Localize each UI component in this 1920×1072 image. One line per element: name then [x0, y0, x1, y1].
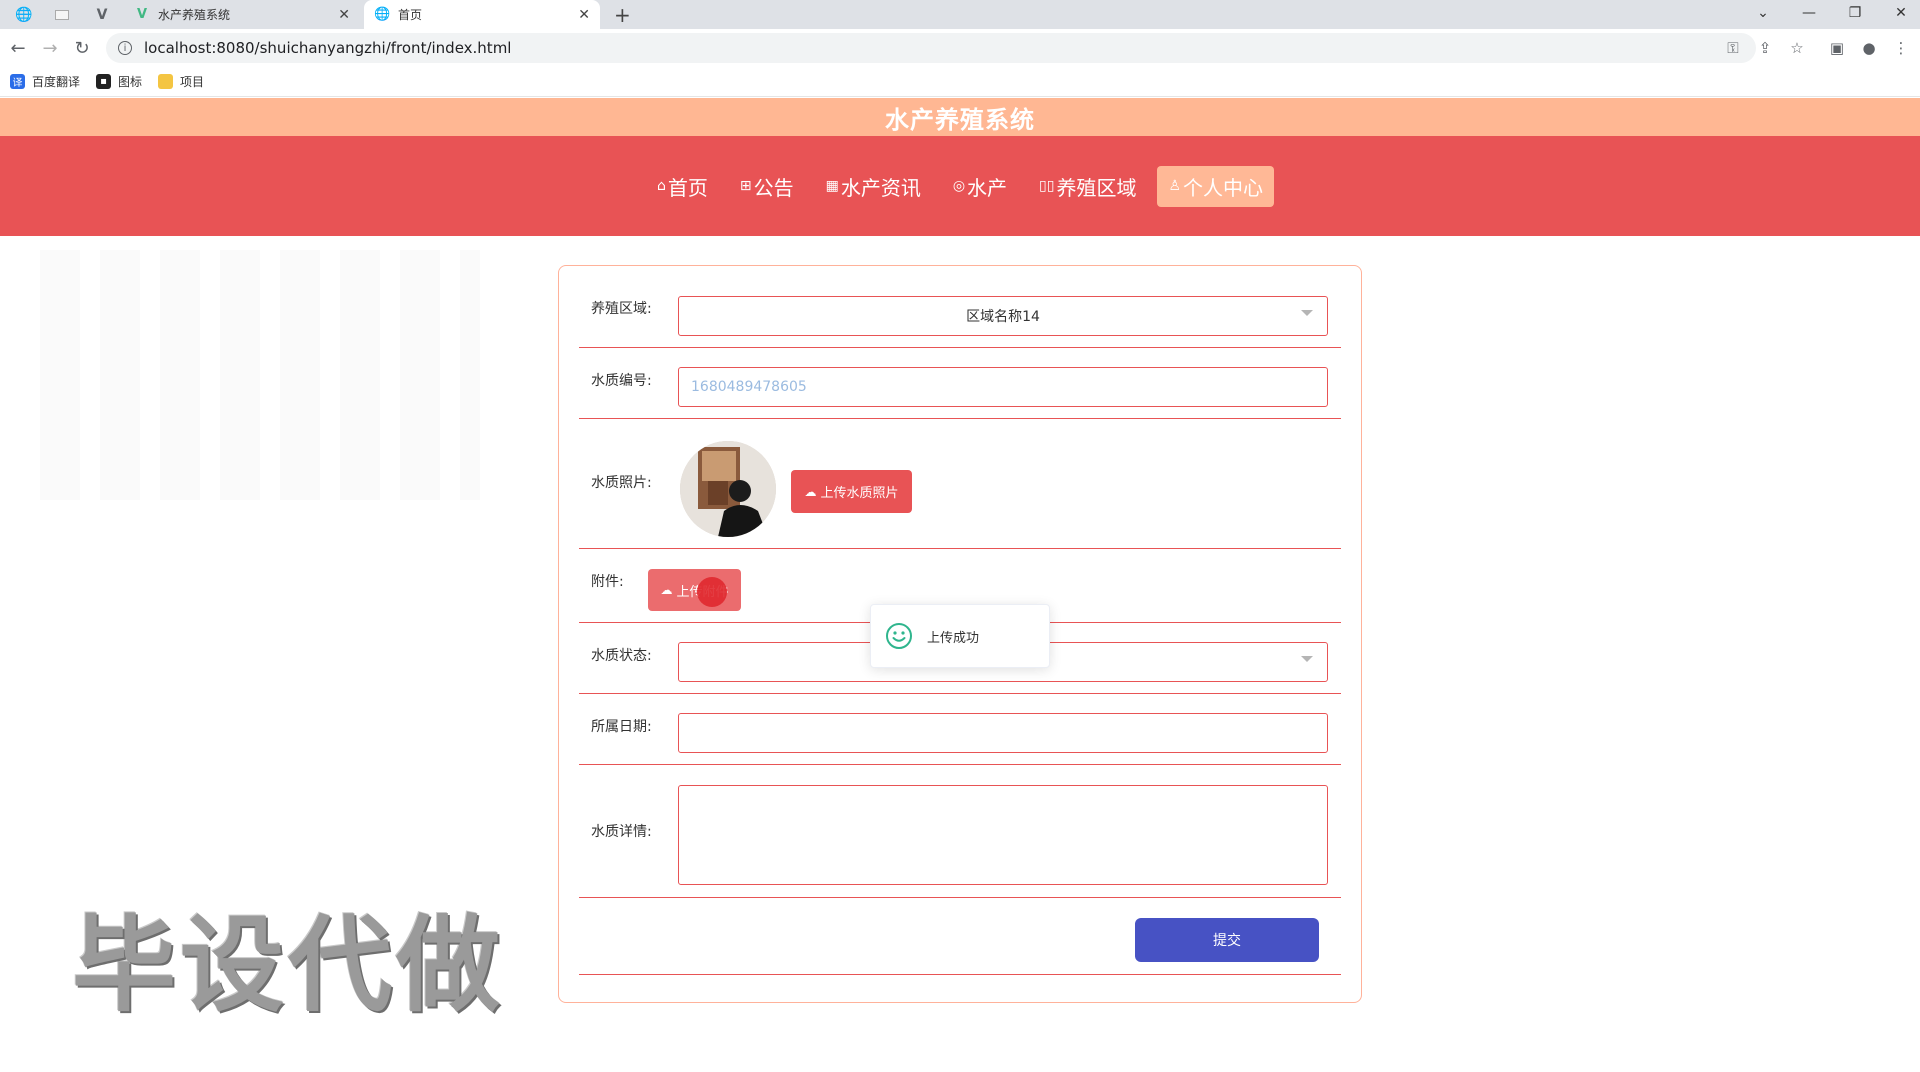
code-value: 1680489478605: [691, 379, 807, 395]
blank-tab-icon[interactable]: [48, 0, 76, 29]
water-photo-thumbnail: [680, 441, 776, 537]
faded-background: [40, 250, 480, 500]
gift-icon: ⊞: [739, 178, 752, 194]
region-value: 区域名称14: [966, 309, 1040, 325]
menu-icon[interactable]: ⋮: [1887, 29, 1915, 67]
nav-label: 水产: [967, 175, 1008, 200]
detail-label: 水质详情:: [591, 824, 652, 840]
columns-icon: ▯▯: [1039, 178, 1055, 194]
code-input[interactable]: 1680489478605: [678, 367, 1328, 407]
date-label: 所属日期:: [591, 719, 652, 735]
vue-icon[interactable]: V: [88, 0, 116, 29]
globe-icon: 🌐: [374, 7, 391, 22]
chevron-down-icon: [1301, 310, 1313, 316]
site-title: 水产养殖系统: [885, 105, 1035, 134]
nav-news[interactable]: ▦ 水产资讯: [815, 166, 932, 207]
upload-success-toast: 上传成功: [870, 604, 1050, 668]
folder-icon: [158, 74, 174, 89]
main-nav: ⌂ 首页 ⊞ 公告 ▦ 水产资讯 ◎ 水产 ▯▯ 养殖区域 ♙ 个人中心: [0, 136, 1920, 236]
minimize-icon[interactable]: —: [1786, 0, 1832, 26]
bookmarks-bar: 译 百度翻译 ▪ 图标 项目: [0, 67, 1920, 97]
nav-label: 首页: [667, 175, 708, 200]
code-label: 水质编号:: [591, 373, 652, 389]
bookmark-label: 图标: [118, 75, 143, 89]
region-select[interactable]: 区域名称14: [678, 296, 1328, 336]
user-icon: ♙: [1168, 178, 1182, 194]
bookmark-label: 百度翻译: [32, 75, 81, 89]
watermark-text: 毕设代做: [72, 904, 505, 1026]
row-photo: 水质照片: ☁ 上传水质照片: [579, 419, 1341, 549]
photo-label: 水质照片:: [591, 475, 652, 491]
reload-icon[interactable]: ↻: [67, 29, 97, 67]
cursor-click-indicator: [697, 577, 727, 607]
nav-label: 个人中心: [1183, 175, 1264, 200]
row-region: 养殖区域: 区域名称14: [579, 266, 1341, 348]
upload-photo-label: 上传水质照片: [820, 486, 899, 501]
forward-icon[interactable]: →: [35, 29, 65, 67]
row-date: 所属日期:: [579, 694, 1341, 765]
back-icon[interactable]: ←: [3, 29, 33, 67]
globe-icon[interactable]: 🌐: [10, 0, 38, 29]
nav-profile[interactable]: ♙ 个人中心: [1157, 165, 1275, 207]
cloud-upload-icon: ☁: [660, 583, 673, 597]
tab-home[interactable]: 🌐 首页 ✕: [364, 0, 600, 29]
fish-icon: ◎: [952, 178, 966, 194]
nav-notice[interactable]: ⊞ 公告: [729, 166, 805, 207]
restore-icon[interactable]: ❐: [1832, 0, 1878, 26]
nav-home[interactable]: ⌂ 首页: [646, 166, 719, 207]
tab-label: 水产养殖系统: [158, 8, 231, 22]
image-icon: ▪: [96, 74, 112, 89]
profile-icon[interactable]: ●: [1855, 29, 1883, 67]
translate-icon: 译: [10, 74, 25, 89]
vue-icon: V: [136, 7, 148, 22]
site-title-bar: 水产养殖系统: [0, 98, 1920, 136]
tab-system[interactable]: V 水产养殖系统 ✕: [124, 0, 360, 29]
cloud-upload-icon: ☁: [804, 484, 817, 499]
tab-label: 首页: [398, 8, 423, 22]
grid-icon: ▦: [825, 178, 839, 194]
detail-textarea[interactable]: [678, 785, 1328, 885]
submit-label: 提交: [1213, 933, 1241, 949]
smile-icon: [886, 623, 912, 649]
tab-search-icon[interactable]: ⌄: [1740, 0, 1786, 26]
toast-message: 上传成功: [927, 630, 980, 646]
row-code: 水质编号: 1680489478605: [579, 348, 1341, 419]
row-detail: 水质详情:: [579, 765, 1341, 898]
attachment-label: 附件:: [591, 574, 624, 590]
nav-aquatic[interactable]: ◎ 水产: [942, 166, 1018, 207]
nav-label: 水产资讯: [840, 175, 921, 200]
nav-label: 公告: [753, 175, 794, 200]
close-icon[interactable]: ✕: [578, 7, 590, 23]
upload-attachment-button[interactable]: ☁ 上传附件: [648, 569, 741, 611]
date-input[interactable]: [678, 713, 1328, 753]
upload-photo-button[interactable]: ☁ 上传水质照片: [791, 470, 912, 513]
status-label: 水质状态:: [591, 648, 652, 664]
key-icon[interactable]: ⚿: [1719, 29, 1747, 67]
star-icon[interactable]: ☆: [1783, 29, 1811, 67]
home-icon: ⌂: [656, 178, 666, 194]
submit-button[interactable]: 提交: [1135, 918, 1319, 962]
bookmark-label: 项目: [180, 75, 205, 89]
bookmark-baidu-translate[interactable]: 译 百度翻译: [10, 73, 80, 90]
browser-tab-bar: 🌐 V V 水产养殖系统 ✕ 🌐 首页 ✕ + ⌄ — ❐ ✕: [0, 0, 1920, 29]
chevron-down-icon: [1301, 656, 1313, 662]
share-icon[interactable]: ⇪: [1751, 29, 1779, 67]
region-label: 养殖区域:: [591, 301, 652, 317]
bookmark-icons[interactable]: ▪ 图标: [96, 73, 142, 90]
address-bar: ← → ↻ i localhost:8080/shuichanyangzhi/f…: [0, 29, 1920, 67]
window-close-icon[interactable]: ✕: [1878, 0, 1920, 26]
new-tab-icon[interactable]: +: [614, 0, 631, 29]
nav-label: 养殖区域: [1056, 175, 1137, 200]
nav-area[interactable]: ▯▯ 养殖区域: [1028, 166, 1147, 207]
url-text: localhost:8080/shuichanyangzhi/front/ind…: [144, 39, 512, 57]
url-input[interactable]: i localhost:8080/shuichanyangzhi/front/i…: [106, 33, 1756, 63]
side-panel-icon[interactable]: ▣: [1823, 29, 1851, 67]
site-info-icon[interactable]: i: [118, 41, 132, 55]
bookmark-project[interactable]: 项目: [158, 73, 204, 90]
close-icon[interactable]: ✕: [338, 7, 350, 23]
